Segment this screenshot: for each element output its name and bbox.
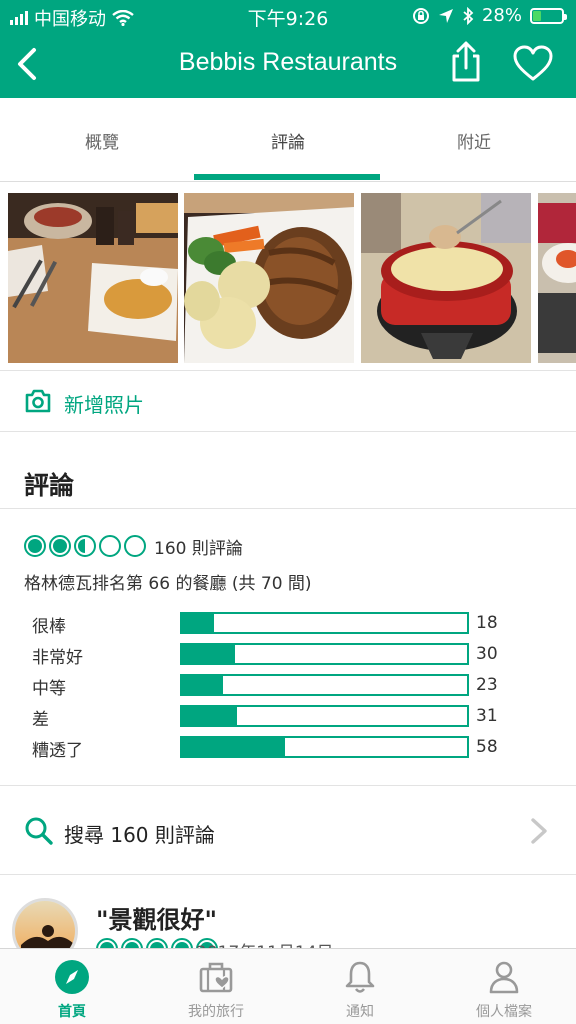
rating-bubble-icon (74, 535, 96, 557)
overall-rating: 160 則評論 (24, 533, 243, 559)
histogram-bar (180, 612, 469, 634)
photo-thumbnail[interactable] (361, 193, 531, 363)
tab-profile[interactable]: 個人檔案 (432, 949, 576, 1024)
tab-reviews[interactable]: 評論 (192, 128, 384, 153)
histogram-bar (180, 705, 469, 727)
reviews-section-title: 評論 (24, 471, 75, 500)
histogram-count: 23 (476, 675, 498, 695)
histogram-label: 糟透了 (32, 741, 83, 761)
share-icon[interactable] (446, 40, 486, 84)
tab-label: 首頁 (58, 1004, 86, 1020)
photo-thumbnail[interactable] (184, 193, 354, 363)
nav-bar: Bebbis Restaurants (0, 30, 576, 98)
bluetooth-icon (463, 6, 474, 25)
tab-notifications[interactable]: 通知 (288, 949, 432, 1024)
photo-thumbnail[interactable] (538, 193, 576, 363)
compass-icon (55, 960, 89, 994)
rating-bubble-icon (49, 535, 71, 557)
tab-my-trips[interactable]: 我的旅行 (144, 949, 288, 1024)
photo-strip[interactable] (0, 193, 576, 363)
histogram-fill (182, 738, 286, 756)
histogram-row-poor[interactable]: 差 31 (0, 703, 576, 730)
status-bar: 中国移动 下午9:26 28% (0, 0, 576, 30)
battery-percent: 28% (481, 5, 522, 26)
histogram-fill (182, 645, 236, 663)
histogram-label: 很棒 (32, 617, 66, 637)
avatar[interactable] (12, 898, 78, 952)
histogram-row-average[interactable]: 中等 23 (0, 672, 576, 699)
location-arrow-icon (438, 8, 453, 23)
histogram-row-very-good[interactable]: 非常好 30 (0, 641, 576, 668)
photo-thumbnail[interactable] (8, 193, 178, 363)
heart-icon[interactable] (512, 44, 554, 84)
histogram-count: 18 (476, 613, 498, 633)
ranking-text: 格林德瓦排名第 66 的餐廳 (共 70 間) (24, 574, 312, 594)
histogram-label: 非常好 (32, 648, 83, 668)
rotation-lock-icon (412, 7, 429, 24)
search-icon (25, 817, 53, 845)
chevron-right-icon (531, 818, 547, 844)
active-tab-indicator (194, 174, 380, 180)
search-reviews-row[interactable]: 搜尋 160 則評論 (0, 785, 576, 875)
rating-bubble-icon (99, 535, 121, 557)
add-photo-label: 新增照片 (64, 393, 144, 417)
review-card[interactable]: "景觀很好" 2017年11月14日 (0, 876, 576, 952)
page-title: Bebbis Restaurants (178, 48, 398, 76)
histogram-count: 31 (476, 706, 498, 726)
review-count: 160 則評論 (154, 538, 243, 559)
histogram-bar (180, 674, 469, 696)
bell-icon (345, 961, 375, 993)
rating-bubble-icon (24, 535, 46, 557)
search-reviews-label: 搜尋 160 則評論 (64, 823, 215, 847)
histogram-row-terrible[interactable]: 糟透了 58 (0, 734, 576, 761)
add-photo-row[interactable]: 新增照片 (0, 370, 576, 432)
rating-bubbles (24, 535, 149, 557)
histogram-fill (182, 614, 215, 632)
histogram-count: 30 (476, 644, 498, 664)
histogram-fill (182, 707, 238, 725)
tab-label: 通知 (346, 1004, 374, 1020)
bottom-tab-bar: 首頁 我的旅行 通知 個人檔案 (0, 948, 576, 1024)
suitcase-heart-icon (199, 962, 233, 993)
tab-label: 個人檔案 (476, 1004, 532, 1020)
segment-tabs: 概覽 評論 附近 (0, 98, 576, 182)
histogram-label: 差 (32, 710, 49, 730)
histogram-bar (180, 736, 469, 758)
person-icon (489, 961, 519, 994)
tab-label: 我的旅行 (188, 1004, 244, 1020)
tab-home[interactable]: 首頁 (0, 949, 144, 1024)
tab-overview[interactable]: 概覽 (6, 128, 198, 153)
battery-icon (530, 7, 567, 24)
histogram-bar (180, 643, 469, 665)
histogram-row-excellent[interactable]: 很棒 18 (0, 610, 576, 637)
tab-nearby[interactable]: 附近 (378, 128, 570, 153)
histogram-fill (182, 676, 223, 694)
divider (0, 508, 576, 509)
rating-bubble-icon (124, 535, 146, 557)
camera-icon (25, 389, 51, 413)
review-title: "景觀很好" (96, 906, 218, 934)
histogram-label: 中等 (32, 679, 66, 699)
histogram-count: 58 (476, 737, 498, 757)
